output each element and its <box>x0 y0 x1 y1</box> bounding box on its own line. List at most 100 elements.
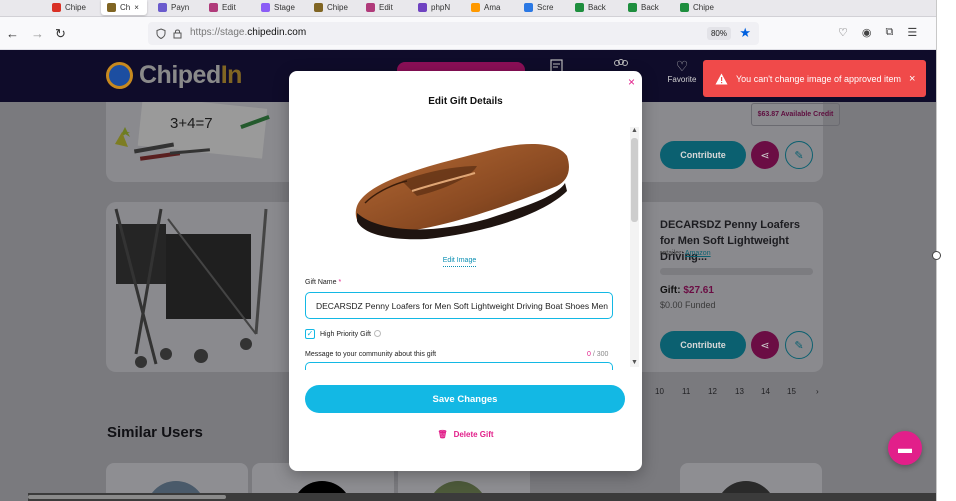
browser-tab[interactable]: Chipe <box>314 0 358 15</box>
page-number[interactable]: 10 <box>655 387 664 396</box>
browser-tab[interactable]: Ch × <box>101 0 147 15</box>
warning-icon <box>715 73 728 84</box>
browser-tab[interactable]: Scre <box>524 0 568 15</box>
gift-price: Gift: $27.61 <box>660 285 714 296</box>
gift-image-puzzle: 3+4=7 <box>110 95 270 172</box>
bookmark-star-icon[interactable]: ★ <box>739 25 751 41</box>
info-icon[interactable] <box>373 330 381 337</box>
message-char-counter: 0 / 300 <box>587 351 609 358</box>
tab-favicon-icon <box>261 3 270 12</box>
tab-favicon-icon <box>575 3 584 12</box>
gift-image-cart <box>106 204 276 372</box>
message-textarea[interactable] <box>305 362 613 370</box>
tab-favicon-icon <box>366 3 375 12</box>
account-icon[interactable]: ◉ <box>862 26 872 39</box>
share-icon[interactable]: ⋖ <box>751 331 779 359</box>
error-toast: You can't change image of approved item … <box>703 60 926 97</box>
favorite-nav[interactable]: ♡ Favorite <box>665 58 699 84</box>
browser-tab[interactable]: Edit <box>209 0 253 15</box>
tab-label: Stage <box>274 3 295 12</box>
tab-label: Edit <box>379 3 393 12</box>
page-number[interactable]: 13 <box>735 387 744 396</box>
tab-favicon-icon <box>628 3 637 12</box>
edit-gift-modal: × Edit Gift Details ▲ ▼ Edit Image Gift … <box>289 71 642 471</box>
chipedin-logo[interactable]: ChipedIn <box>106 61 242 90</box>
contribute-button[interactable]: Contribute <box>660 141 746 169</box>
modal-scroll-thumb[interactable] <box>631 138 638 222</box>
delete-gift-button[interactable]: 🗑 Delete Gift <box>289 430 642 439</box>
tab-label: Ch <box>120 3 131 12</box>
funded-amount: $0.00 Funded <box>660 300 716 310</box>
browser-toolbar: ← → ↻ https://stage.chipedin.com 80% ★ ♡… <box>0 17 936 50</box>
similar-users-heading: Similar Users <box>107 424 203 441</box>
resize-handle[interactable] <box>932 251 941 260</box>
extensions-icon[interactable]: ⧉ <box>885 26 893 39</box>
message-label: Message to your community about this gif… <box>305 351 437 358</box>
trash-icon: 🗑 <box>437 430 448 439</box>
browser-tab[interactable]: Chipe <box>680 0 724 15</box>
tab-label: Chipe <box>327 3 348 12</box>
horizontal-scroll-thumb[interactable] <box>28 495 226 499</box>
gift-title[interactable]: DECARSDZ Penny Loafers for Men Soft Ligh… <box>660 217 815 265</box>
back-button[interactable]: ← <box>6 26 19 41</box>
menu-icon[interactable]: ☰ <box>907 26 917 39</box>
browser-tab[interactable]: Chipe <box>52 0 96 15</box>
svg-text:3+4=7: 3+4=7 <box>170 115 213 132</box>
edit-icon[interactable]: ✎ <box>785 331 813 359</box>
browser-tab[interactable]: Back <box>575 0 619 15</box>
gift-retailer: retailer: Amazon <box>660 250 711 257</box>
edit-icon[interactable]: ✎ <box>785 141 813 169</box>
logo-mark-icon <box>106 62 133 89</box>
browser-tab[interactable]: Stage <box>261 0 305 15</box>
tab-favicon-icon <box>107 3 116 12</box>
zoom-level[interactable]: 80% <box>706 27 731 40</box>
gift-name-input[interactable]: DECARSDZ Penny Loafers for Men Soft Ligh… <box>305 292 613 319</box>
available-credit: $63.87 Available Credit <box>751 103 840 126</box>
page-number[interactable]: 14 <box>761 387 770 396</box>
next-page-button[interactable]: › <box>816 387 819 396</box>
share-icon[interactable]: ⋖ <box>751 141 779 169</box>
favorite-label: Favorite <box>667 75 697 84</box>
high-priority-label: High Priority Gift <box>320 330 381 338</box>
heart-icon: ♡ <box>675 58 689 74</box>
scroll-down-icon[interactable]: ▼ <box>631 359 638 366</box>
toast-close-button[interactable]: × <box>909 73 915 85</box>
forward-button[interactable]: → <box>31 26 44 41</box>
browser-tab[interactable]: Payn <box>158 0 202 15</box>
tab-favicon-icon <box>471 3 480 12</box>
gift-name-label: Gift Name * <box>305 279 342 286</box>
tab-label: Back <box>641 3 659 12</box>
high-priority-checkbox[interactable]: ✓ <box>305 329 315 339</box>
contribute-button[interactable]: Contribute <box>660 331 746 359</box>
edit-image-link[interactable]: Edit Image <box>289 257 630 267</box>
shield-icon <box>156 28 166 39</box>
browser-tab[interactable]: Back <box>628 0 672 15</box>
gift-image-loafer <box>347 121 572 246</box>
browser-tab[interactable]: Edit <box>366 0 410 15</box>
tab-label: Chipe <box>65 3 86 12</box>
retailer-link[interactable]: Amazon <box>685 250 711 257</box>
tab-favicon-icon <box>680 3 689 12</box>
tab-label: Payn <box>171 3 190 12</box>
page-number[interactable]: 12 <box>708 387 717 396</box>
scroll-up-icon[interactable]: ▲ <box>631 127 638 134</box>
url-field[interactable]: https://stage.chipedin.com 80% ★ <box>148 22 759 45</box>
modal-title: Edit Gift Details <box>428 96 503 107</box>
funding-progress-bar <box>660 268 813 275</box>
tab-favicon-icon <box>158 3 167 12</box>
chat-bubble-icon[interactable]: ▬ <box>888 431 922 465</box>
tab-label: Chipe <box>693 3 714 12</box>
reload-button[interactable]: ↻ <box>55 26 66 42</box>
browser-tab[interactable]: phpN <box>418 0 462 15</box>
horizontal-scrollbar[interactable] <box>28 493 936 501</box>
save-changes-button[interactable]: Save Changes <box>305 385 625 413</box>
tab-close-icon[interactable]: × <box>134 3 139 12</box>
pocket-icon[interactable]: ♡ <box>838 26 848 39</box>
toast-message: You can't change image of approved item <box>736 73 901 84</box>
modal-close-button[interactable]: × <box>628 75 635 89</box>
page-number[interactable]: 11 <box>682 387 690 396</box>
browser-tab[interactable]: Ama <box>471 0 515 15</box>
page-number[interactable]: 15 <box>787 387 796 396</box>
tab-favicon-icon <box>52 3 61 12</box>
lock-icon <box>173 29 182 39</box>
